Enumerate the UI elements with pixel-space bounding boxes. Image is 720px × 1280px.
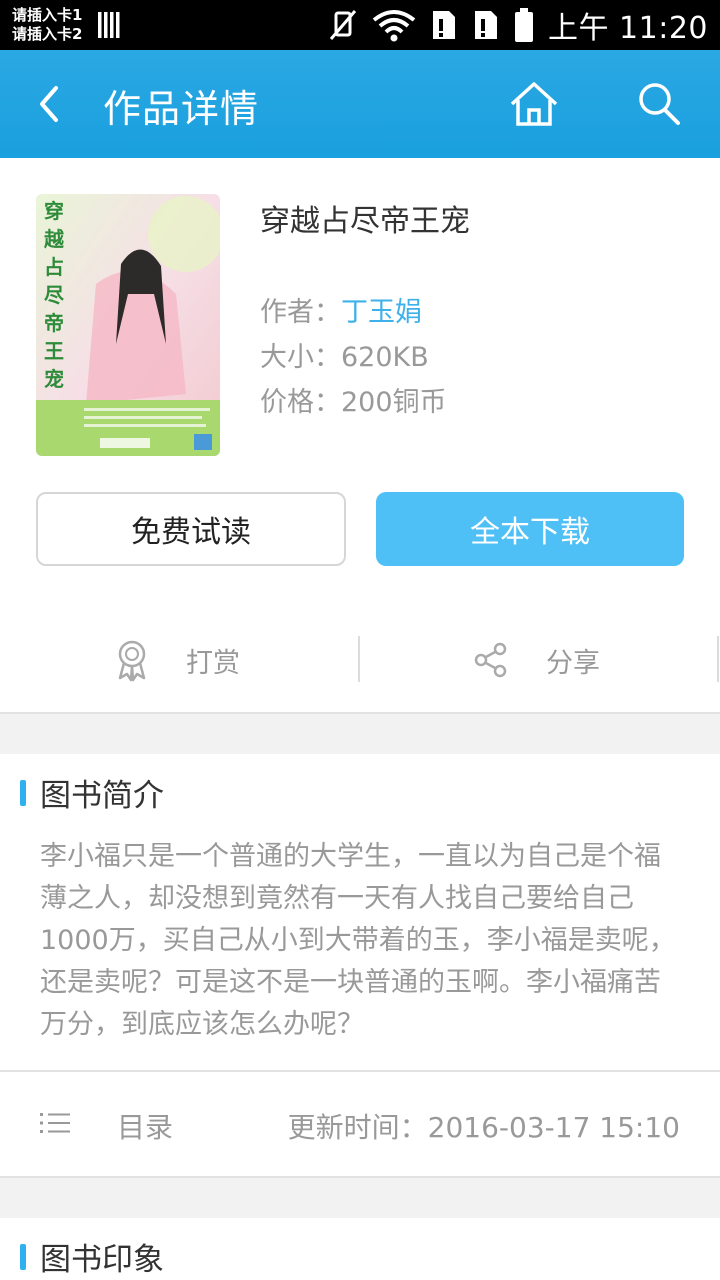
svg-text:越: 越 (43, 227, 65, 251)
toc-label: 目录 (117, 1111, 174, 1144)
impression-heading-text: 图书印象 (40, 1242, 164, 1278)
list-icon (40, 1113, 70, 1133)
price-value: 200铜币 (341, 387, 447, 418)
author-link[interactable]: 丁玉娟 (341, 297, 422, 328)
intro-heading: 图书简介 (20, 770, 164, 815)
vibrate-off-icon (329, 10, 357, 40)
size-label: 大小： (260, 342, 341, 373)
sim-card-2-icon (475, 11, 497, 39)
svg-text:帝: 帝 (44, 311, 64, 335)
heading-accent-bar (20, 1243, 26, 1270)
clock: 上午 11:20 (548, 11, 708, 46)
wifi-icon (372, 10, 416, 42)
heading-accent-bar (20, 779, 26, 806)
share-action[interactable]: 分享 (474, 632, 600, 688)
price-row: 价格：200铜币 (260, 380, 447, 419)
sim-status: 请插入卡1 请插入卡2 (12, 6, 82, 44)
svg-text:宠: 宠 (44, 367, 64, 391)
book-cover[interactable]: 穿 越 占 尽 帝 王 宠 (36, 194, 220, 456)
impression-heading: 图书印象 (20, 1234, 164, 1279)
svg-text:尽: 尽 (44, 283, 65, 307)
svg-text:穿: 穿 (44, 199, 64, 223)
price-label: 价格： (260, 387, 341, 418)
cover-illustration: 穿 越 占 尽 帝 王 宠 (36, 194, 220, 456)
status-icons: 上午 11:20 (328, 6, 708, 46)
status-bar: 请插入卡1 请插入卡2 上午 11:20 (0, 0, 720, 50)
book-title: 穿越占尽帝王宠 (260, 204, 470, 239)
size-row: 大小：620KB (260, 335, 429, 374)
intro-heading-text: 图书简介 (40, 778, 164, 814)
section-gap (0, 712, 720, 754)
home-icon[interactable] (508, 80, 560, 128)
award-ribbon-icon (118, 640, 146, 682)
sim-card-1-icon (433, 11, 455, 39)
action-divider (358, 636, 360, 682)
intro-text: 李小福只是一个普通的大学生，一直以为自己是个福薄之人，却没想到竟然有一天有人找自… (40, 841, 676, 1040)
sim1-text: 请插入卡1 (12, 6, 83, 24)
free-read-button[interactable]: 免费试读 (36, 492, 346, 566)
reward-action[interactable]: 打赏 (112, 632, 240, 688)
battery-icon (515, 8, 533, 42)
back-arrow-icon[interactable] (30, 80, 70, 128)
author-row: 作者：丁玉娟 (260, 290, 422, 329)
toc-row[interactable]: 目录 更新时间：2016-03-17 15:10 (0, 1070, 720, 1178)
svg-text:占: 占 (44, 255, 64, 279)
svg-text:王: 王 (44, 339, 64, 363)
update-time: 更新时间：2016-03-17 15:10 (287, 1111, 680, 1144)
app-bar: 作品详情 (0, 50, 720, 158)
author-label: 作者： (260, 297, 341, 328)
reward-label: 打赏 (186, 647, 240, 679)
page-title: 作品详情 (103, 87, 260, 131)
download-full-button[interactable]: 全本下载 (376, 492, 684, 566)
share-label: 分享 (546, 647, 600, 679)
signal-bars-icon (98, 12, 120, 38)
sim2-text: 请插入卡2 (12, 25, 83, 43)
actions-row: 打赏 分享 (0, 612, 720, 708)
search-icon[interactable] (636, 80, 682, 128)
size-value: 620KB (341, 342, 429, 373)
action-divider (717, 636, 719, 682)
section-gap (0, 1176, 720, 1218)
share-icon (474, 642, 507, 678)
